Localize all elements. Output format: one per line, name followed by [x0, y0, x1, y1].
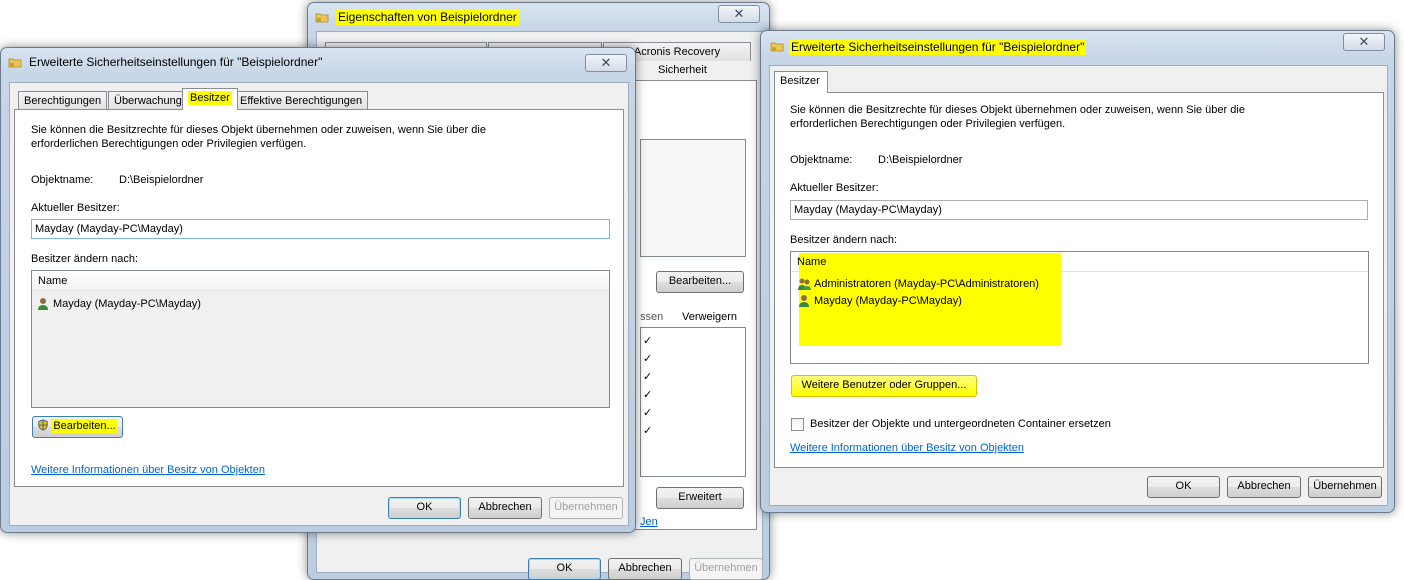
advanced-button[interactable]: Erweitert — [656, 487, 744, 509]
owner-tab-panel: Sie können die Besitzrechte für dieses O… — [774, 92, 1384, 468]
left-ok-button[interactable]: OK — [388, 497, 461, 519]
uac-shield-icon — [38, 419, 49, 431]
user-group-icon — [798, 278, 811, 290]
owner-tab-panel: Sie können die Besitzrechte für dieses O… — [14, 109, 624, 487]
properties-title: Eigenschaften von Beispielordner — [336, 9, 519, 25]
left-window-title: Erweiterte Sicherheitseinstellungen für … — [29, 55, 323, 69]
current-owner-field[interactable]: Mayday (Mayday-PC\Mayday) — [31, 219, 610, 239]
properties-close-button[interactable]: ✕ — [718, 5, 760, 23]
check-mark: ✓ — [643, 389, 653, 401]
user-icon — [799, 295, 809, 307]
permissions-col-allow: ssen — [640, 311, 664, 323]
tab-security[interactable]: Sicherheit — [658, 64, 707, 76]
list-item-label: Mayday (Mayday-PC\Mayday) — [814, 294, 962, 307]
owner-description: Sie können die Besitzrechte für dieses O… — [790, 104, 1245, 130]
list-item-label: Administratoren (Mayday-PC\Administrator… — [814, 277, 1039, 290]
left-client: Berechtigungen Überwachung Besitzer Effe… — [9, 82, 629, 526]
object-name-value: D:\Beispielordner — [119, 174, 204, 186]
check-mark: ✓ — [643, 371, 653, 383]
right-apply-button[interactable]: Übernehmen — [1308, 476, 1382, 498]
check-mark: ✓ — [643, 407, 653, 419]
groups-list[interactable] — [640, 139, 746, 257]
left-titlebar: Erweiterte Sicherheitseinstellungen für … — [1, 48, 635, 76]
right-ok-button[interactable]: OK — [1147, 476, 1220, 498]
advanced-security-window-left: Erweiterte Sicherheitseinstellungen für … — [0, 47, 636, 533]
check-mark: ✓ — [643, 425, 653, 437]
current-owner-label: Aktueller Besitzer: — [31, 202, 120, 214]
left-apply-button[interactable]: Übernehmen — [549, 497, 623, 519]
folder-lock-icon — [770, 42, 784, 52]
list-item[interactable]: Mayday (Mayday-PC\Mayday) — [797, 294, 962, 311]
right-close-button[interactable]: ✕ — [1343, 33, 1385, 51]
left-close-button[interactable]: ✕ — [585, 54, 627, 72]
advanced-security-window-right: Erweiterte Sicherheitseinstellungen für … — [760, 30, 1395, 513]
more-users-button[interactable]: Weitere Benutzer oder Gruppen... — [791, 375, 977, 397]
right-titlebar: Erweiterte Sicherheitseinstellungen für … — [761, 31, 1394, 59]
right-window-title: Erweiterte Sicherheitseinstellungen für … — [789, 39, 1087, 55]
permissions-list: ✓ ✓ ✓ ✓ ✓ ✓ — [640, 327, 746, 477]
list-item[interactable]: Mayday (Mayday-PC\Mayday) — [36, 297, 201, 314]
object-name-value: D:\Beispielordner — [878, 154, 963, 166]
list-item[interactable]: Administratoren (Mayday-PC\Administrator… — [797, 277, 1039, 294]
list-item-label: Mayday (Mayday-PC\Mayday) — [53, 297, 201, 310]
tab-auditing[interactable]: Überwachung — [108, 91, 188, 110]
permissions-info-link[interactable]: Jen — [640, 516, 658, 528]
edit-owner-button[interactable]: Bearbeiten... — [32, 416, 123, 438]
tab-effective-permissions[interactable]: Effektive Berechtigungen — [234, 91, 369, 110]
user-icon — [38, 298, 48, 310]
current-owner-label: Aktueller Besitzer: — [790, 182, 879, 194]
properties-titlebar: Eigenschaften von Beispielordner ✕ — [308, 3, 769, 31]
replace-owner-label: Besitzer der Objekte und untergeordneten… — [810, 418, 1111, 430]
object-name-label: Objektname: — [31, 174, 94, 186]
owner-description: Sie können die Besitzrechte für dieses O… — [31, 124, 486, 150]
check-mark: ✓ — [643, 335, 653, 347]
owner-candidates-list[interactable]: Name Administratoren (Mayday-PC\Administ… — [790, 251, 1369, 364]
current-owner-field[interactable]: Mayday (Mayday-PC\Mayday) — [790, 200, 1368, 220]
replace-owner-checkbox[interactable] — [791, 418, 804, 431]
object-name-label: Objektname: — [790, 154, 853, 166]
properties-apply-button[interactable]: Übernehmen — [689, 558, 763, 580]
change-owner-label: Besitzer ändern nach: — [31, 253, 139, 265]
owner-candidates-list[interactable]: Name Mayday (Mayday-PC\Mayday) — [31, 270, 610, 408]
properties-ok-button[interactable]: OK — [528, 558, 601, 580]
properties-cancel-button[interactable]: Abbrechen — [608, 558, 682, 580]
ownership-info-link[interactable]: Weitere Informationen über Besitz von Ob… — [790, 442, 1024, 454]
ownership-info-link[interactable]: Weitere Informationen über Besitz von Ob… — [31, 464, 265, 476]
change-owner-label: Besitzer ändern nach: — [790, 234, 898, 246]
right-client: Besitzer Sie können die Besitzrechte für… — [769, 65, 1388, 506]
edit-permissions-button[interactable]: Bearbeiten... — [656, 271, 744, 293]
tab-owner[interactable]: Besitzer — [774, 71, 828, 93]
folder-lock-icon — [315, 13, 329, 23]
left-cancel-button[interactable]: Abbrechen — [468, 497, 542, 519]
folder-lock-icon — [8, 58, 22, 68]
right-cancel-button[interactable]: Abbrechen — [1227, 476, 1301, 498]
tab-permissions[interactable]: Berechtigungen — [18, 91, 108, 110]
check-mark: ✓ — [643, 353, 653, 365]
list-header-name[interactable]: Name — [32, 271, 609, 291]
list-header-name[interactable]: Name — [791, 252, 1368, 272]
permissions-col-deny: Verweigern — [682, 311, 738, 323]
tab-owner[interactable]: Besitzer — [182, 88, 238, 110]
